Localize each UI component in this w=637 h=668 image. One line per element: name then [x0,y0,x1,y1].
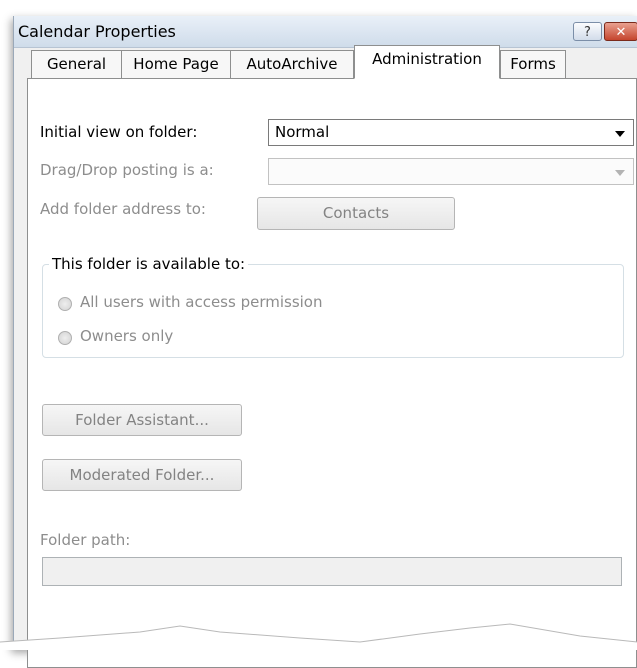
radio-button[interactable] [58,297,72,311]
radio-owners-only-label: Owners only [80,327,174,345]
initial-view-value: Normal [275,123,330,141]
radio-button[interactable] [58,331,72,345]
tab-label: General [46,55,107,73]
moderated-folder-label: Moderated Folder... [69,466,215,484]
tab-label: Administration [372,50,482,68]
contacts-button-label: Contacts [322,204,390,222]
add-address-label: Add folder address to: [40,200,206,218]
moderated-folder-button[interactable]: Moderated Folder... [42,459,242,491]
folder-path-label: Folder path: [40,531,131,549]
dragdrop-select[interactable] [268,158,634,185]
tab-label: Home Page [133,55,219,73]
administration-panel: Initial view on folder: Normal Drag/Drop… [27,78,637,668]
dragdrop-label: Drag/Drop posting is a: [40,161,214,179]
tab-label: Forms [510,55,556,73]
tab-forms[interactable]: Forms [500,50,566,78]
tab-label: AutoArchive [246,55,338,73]
dropdown-arrow-icon [615,131,625,137]
tab-general[interactable]: General [31,50,122,78]
initial-view-label: Initial view on folder: [40,123,198,141]
window-title: Calendar Properties [18,22,176,41]
help-button[interactable]: ? [573,22,602,41]
properties-dialog: Calendar Properties ? ✕ General Home Pag… [13,16,637,668]
close-button[interactable]: ✕ [604,22,637,41]
radio-all-users-label: All users with access permission [80,293,323,311]
torn-edge-decoration [0,623,637,650]
folder-assistant-label: Folder Assistant... [75,411,209,429]
help-icon: ? [584,25,591,40]
contacts-button[interactable]: Contacts [257,197,455,230]
folder-assistant-button[interactable]: Folder Assistant... [42,404,242,436]
tab-autoarchive[interactable]: AutoArchive [230,50,354,78]
tab-home-page[interactable]: Home Page [121,50,231,78]
folder-path-field[interactable] [42,557,622,586]
close-icon: ✕ [615,25,627,40]
tab-administration[interactable]: Administration [354,45,500,79]
dropdown-arrow-icon [615,170,625,176]
initial-view-select[interactable]: Normal [268,119,634,146]
title-bar[interactable]: Calendar Properties ? ✕ [14,16,637,48]
availability-legend: This folder is available to: [49,255,249,273]
